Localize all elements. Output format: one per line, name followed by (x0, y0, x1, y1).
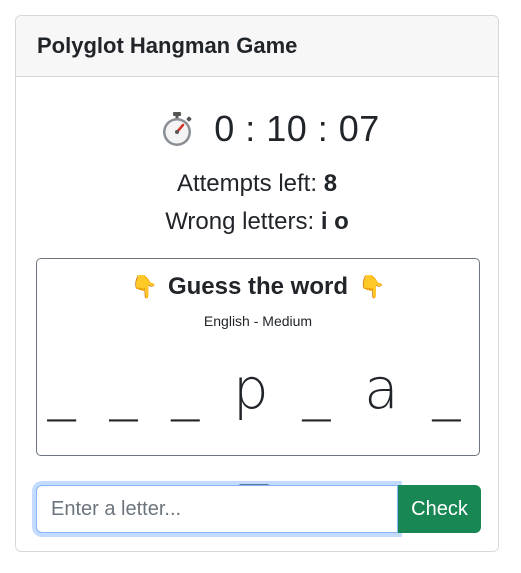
word-panel: 👇 Guess the word 👇 English - Medium _ _ … (36, 258, 480, 487)
attempts-value: 8 (323, 170, 338, 197)
word-heading-text: Guess the word (167, 273, 349, 300)
card-header: Polyglot Hangman Game (16, 16, 498, 77)
masked-word: _ _ _ p _ a _ _ (47, 357, 469, 487)
letter-input[interactable] (36, 485, 398, 533)
wrong-letters-value: i o (320, 208, 349, 235)
wrong-letters-label: Wrong letters: (165, 208, 315, 235)
attempts-line: Attempts left: 8 (16, 170, 498, 198)
timer-row: 0 : 10 : 07 (16, 108, 498, 150)
timer-display: 0 : 10 : 07 (214, 108, 380, 149)
pointing-down-icon: 👇 (130, 274, 158, 299)
wrong-letters-line: Wrong letters: i o (16, 208, 498, 236)
guess-input-group: Check (36, 485, 481, 533)
pointing-down-icon: 👇 (358, 274, 386, 299)
attempts-label: Attempts left: (176, 170, 318, 197)
word-heading: 👇 Guess the word 👇 (37, 273, 479, 301)
page-title: Polyglot Hangman Game (37, 33, 298, 58)
language-difficulty: English - Medium (203, 313, 313, 329)
stopwatch-icon (163, 112, 192, 146)
check-button[interactable]: Check (398, 485, 481, 533)
game-card: Polyglot Hangman Game 0 : 10 : 07 Attemp… (15, 15, 499, 552)
